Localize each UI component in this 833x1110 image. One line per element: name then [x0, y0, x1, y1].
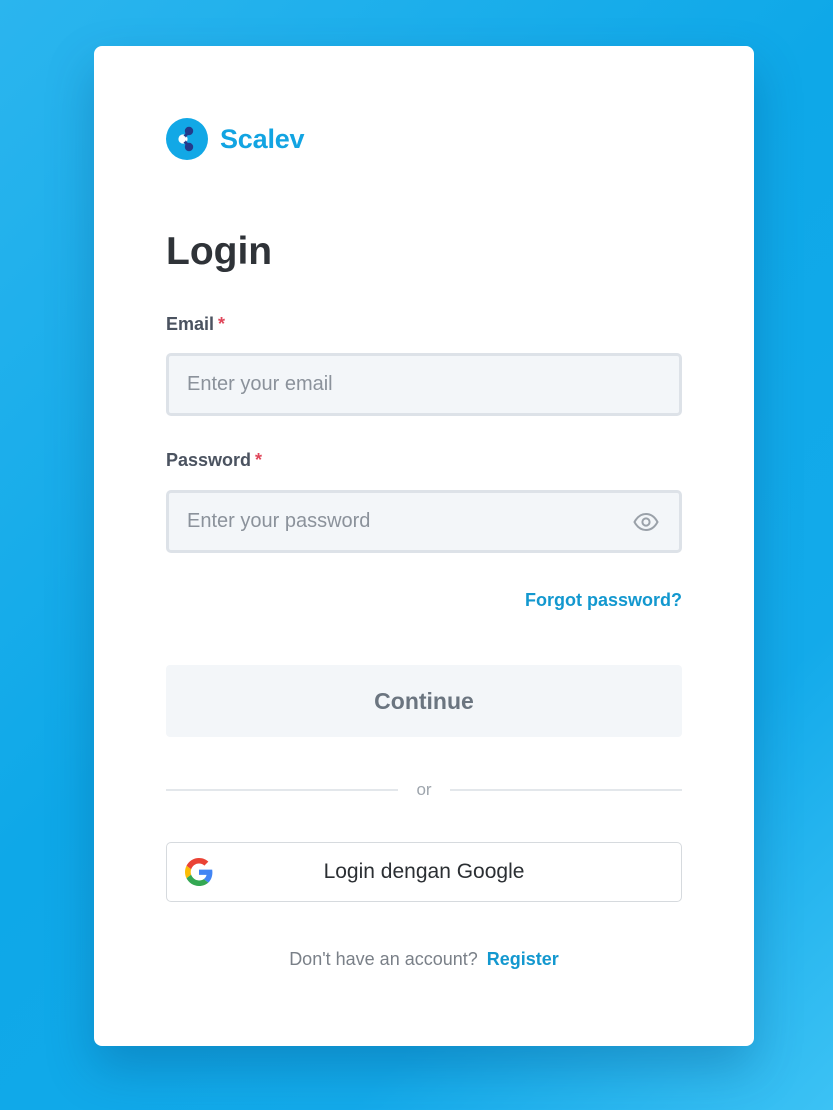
- register-link[interactable]: Register: [487, 949, 559, 969]
- scalev-logo-icon: [166, 118, 208, 160]
- email-label-text: Email: [166, 314, 215, 334]
- email-required-mark: *: [218, 314, 226, 334]
- continue-button[interactable]: Continue: [166, 665, 682, 737]
- brand: Scalev: [166, 118, 305, 160]
- password-field-wrapper: [166, 490, 682, 553]
- page-title: Login: [166, 230, 273, 273]
- email-label: Email *: [166, 314, 225, 335]
- divider-line-right: [449, 789, 682, 791]
- brand-name: Scalev: [220, 123, 305, 154]
- eye-icon[interactable]: [633, 512, 659, 531]
- register-prompt-text: Don't have an account?: [289, 949, 478, 969]
- email-field[interactable]: [187, 373, 661, 396]
- google-icon: [185, 858, 213, 886]
- divider-line-left: [166, 789, 399, 791]
- or-divider: or: [166, 779, 682, 801]
- password-required-mark: *: [255, 450, 263, 470]
- register-prompt: Don't have an account? Register: [94, 949, 754, 970]
- password-field[interactable]: [187, 510, 661, 533]
- login-card: Scalev Login Email* Password* Forgot pas…: [94, 46, 754, 1046]
- forgot-password-link[interactable]: Forgot password?: [525, 590, 682, 611]
- google-login-button[interactable]: Login dengan Google: [166, 842, 682, 902]
- password-label-text: Password: [166, 450, 252, 470]
- email-field-wrapper: [166, 353, 682, 416]
- divider-label: or: [416, 780, 432, 799]
- password-label: Password *: [166, 450, 262, 471]
- google-login-label: Login dengan Google: [323, 860, 525, 883]
